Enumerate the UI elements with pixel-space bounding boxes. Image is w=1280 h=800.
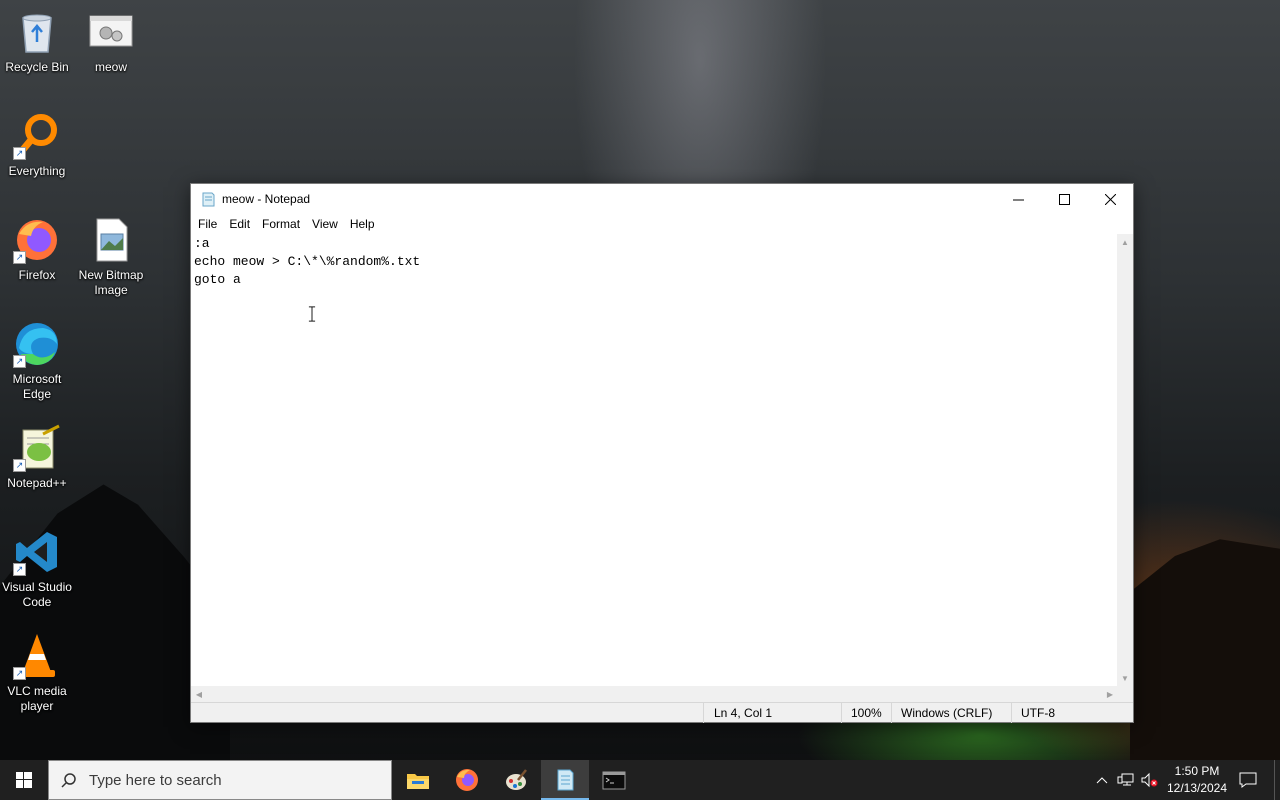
desktop-icon-label: Firefox	[18, 268, 56, 282]
desktop-icon-label: meow	[94, 60, 127, 74]
maximize-button[interactable]	[1041, 184, 1087, 214]
status-divider	[891, 703, 892, 723]
vlc-icon: ↗	[13, 632, 61, 680]
show-hidden-icons-button[interactable]	[1092, 760, 1112, 800]
status-divider	[703, 703, 704, 723]
menu-file[interactable]: File	[192, 217, 223, 231]
taskbar-search-box[interactable]: Type here to search	[48, 760, 392, 800]
chevron-up-icon	[1096, 777, 1108, 784]
vertical-scrollbar[interactable]: ▲ ▼	[1117, 234, 1133, 686]
volume-muted-icon	[1141, 772, 1158, 788]
close-icon	[1104, 193, 1116, 205]
scroll-left-icon[interactable]: ◀	[191, 686, 207, 702]
taskbar-file-explorer[interactable]	[394, 760, 442, 800]
desktop-icon-meow[interactable]: meow	[74, 8, 148, 75]
menu-edit[interactable]: Edit	[223, 217, 256, 231]
menu-view[interactable]: View	[306, 217, 344, 231]
text-cursor-icon	[308, 306, 316, 322]
bitmap-image-icon	[87, 216, 135, 264]
shortcut-arrow-icon: ↗	[13, 459, 26, 472]
desktop-icon-microsoft-edge[interactable]: ↗ Microsoft Edge	[0, 320, 74, 402]
shortcut-arrow-icon: ↗	[13, 563, 26, 576]
desktop-icon-label: Visual Studio Code	[2, 580, 72, 609]
network-tray-button[interactable]	[1115, 760, 1137, 800]
shortcut-arrow-icon: ↗	[13, 355, 26, 368]
notepad-plus-plus-icon: ↗	[13, 424, 61, 472]
shortcut-arrow-icon: ↗	[13, 667, 26, 680]
notepad-icon	[202, 192, 215, 207]
desktop-icon-label: Microsoft Edge	[12, 372, 62, 401]
menu-bar: File Edit Format View Help	[191, 214, 1133, 234]
desktop-icon-label: Recycle Bin	[5, 60, 69, 74]
firefox-icon: ↗	[13, 216, 61, 264]
notification-icon	[1239, 772, 1257, 788]
status-divider	[1011, 703, 1012, 723]
volume-tray-button[interactable]	[1138, 760, 1160, 800]
notepad-window[interactable]: meow - Notepad File Edit Format View Hel…	[190, 183, 1134, 723]
everything-search-icon: ↗	[13, 112, 61, 160]
scroll-right-icon[interactable]: ▶	[1102, 686, 1118, 702]
search-icon	[49, 772, 89, 788]
taskbar-firefox[interactable]	[443, 760, 491, 800]
file-explorer-icon	[407, 774, 429, 789]
status-line-endings: Windows (CRLF)	[901, 706, 993, 720]
scroll-up-icon[interactable]: ▲	[1117, 234, 1133, 250]
batch-file-icon	[87, 8, 135, 56]
horizontal-scrollbar[interactable]: ◀ ▶	[191, 686, 1118, 702]
desktop-icon-firefox[interactable]: ↗ Firefox	[0, 216, 74, 283]
desktop-icon-label: Notepad++	[7, 476, 67, 490]
menu-help[interactable]: Help	[344, 217, 381, 231]
desktop-icon-notepad-plus-plus[interactable]: ↗ Notepad++	[0, 424, 74, 491]
text-editor[interactable]: :a echo meow > C:\*\%random%.txt goto a	[191, 234, 1118, 686]
minimize-button[interactable]	[995, 184, 1041, 214]
status-zoom: 100%	[851, 706, 882, 720]
close-button[interactable]	[1087, 184, 1133, 214]
desktop-icon-vlc[interactable]: ↗ VLC media player	[0, 632, 74, 714]
edge-icon: ↗	[13, 320, 61, 368]
shortcut-arrow-icon: ↗	[13, 251, 26, 264]
status-position: Ln 4, Col 1	[714, 706, 773, 720]
windows-logo-icon	[16, 772, 32, 788]
taskbar-terminal[interactable]	[590, 760, 638, 800]
taskbar-clock[interactable]: 1:50 PM 12/13/2024	[1160, 763, 1234, 797]
clock-time: 1:50 PM	[1174, 764, 1220, 778]
firefox-icon	[456, 769, 478, 791]
desktop-icon-label: VLC media player	[7, 684, 67, 713]
action-center-button[interactable]	[1234, 760, 1262, 800]
menu-format[interactable]: Format	[256, 217, 306, 231]
status-divider	[841, 703, 842, 723]
recycle-bin-icon	[13, 8, 61, 56]
paint-icon	[506, 769, 527, 790]
scroll-down-icon[interactable]: ▼	[1117, 670, 1133, 686]
desktop-icon-everything[interactable]: ↗ Everything	[0, 112, 74, 179]
status-encoding: UTF-8	[1021, 706, 1055, 720]
taskbar-notepad[interactable]	[541, 760, 589, 800]
search-placeholder: Type here to search	[89, 771, 222, 789]
title-bar[interactable]: meow - Notepad	[191, 184, 1133, 214]
desktop-icon-label: New Bitmap Image	[78, 268, 144, 297]
network-icon	[1117, 773, 1134, 786]
window-title: meow - Notepad	[222, 192, 311, 206]
scrollbar-corner	[1117, 686, 1133, 702]
shortcut-arrow-icon: ↗	[13, 147, 26, 160]
wallpaper-mountain-right	[1130, 539, 1280, 760]
desktop-icon-visual-studio-code[interactable]: ↗ Visual Studio Code	[0, 528, 74, 610]
minimize-icon	[1012, 199, 1024, 200]
maximize-icon	[1058, 193, 1070, 205]
start-button[interactable]	[0, 760, 48, 800]
desktop-icon-new-bitmap-image[interactable]: New Bitmap Image	[74, 216, 148, 298]
terminal-icon	[602, 771, 626, 790]
taskbar: Type here to search 1:50 PM 12/13/2024	[0, 760, 1280, 800]
show-desktop-button[interactable]	[1274, 760, 1280, 800]
desktop-icon-label: Everything	[8, 164, 66, 178]
vscode-icon: ↗	[13, 528, 61, 576]
status-bar: Ln 4, Col 1 100% Windows (CRLF) UTF-8	[191, 702, 1133, 723]
notepad-icon	[557, 769, 574, 791]
desktop-icon-recycle-bin[interactable]: Recycle Bin	[0, 8, 74, 75]
taskbar-paint[interactable]	[492, 760, 540, 800]
clock-date: 12/13/2024	[1166, 781, 1228, 795]
